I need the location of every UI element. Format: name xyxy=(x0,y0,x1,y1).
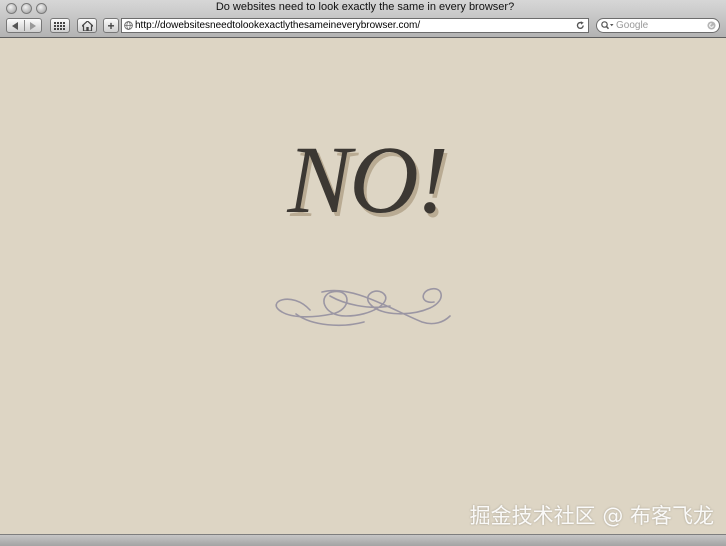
flourish-ornament xyxy=(275,287,451,327)
minimize-window-button[interactable] xyxy=(21,3,32,14)
grid-icon xyxy=(54,21,65,30)
forward-arrow-icon xyxy=(30,21,36,30)
search-field[interactable]: Google xyxy=(596,18,720,33)
search-placeholder: Google xyxy=(616,20,649,31)
headline: NO! xyxy=(287,126,448,233)
back-arrow-icon xyxy=(12,21,18,30)
browser-window: Do websites need to look exactly the sam… xyxy=(0,0,726,546)
zoom-window-button[interactable] xyxy=(36,3,47,14)
snapback-icon[interactable] xyxy=(707,21,716,30)
reload-icon[interactable] xyxy=(576,21,585,30)
search-icon xyxy=(601,21,614,30)
home-icon xyxy=(81,20,93,31)
url-text[interactable]: http://dowebsitesneedtolookexactlythesam… xyxy=(135,19,420,32)
page-content: NO! xyxy=(0,38,726,534)
bookmarks-button[interactable] xyxy=(50,18,70,33)
add-bookmark-button[interactable]: + xyxy=(103,18,119,33)
nav-segment xyxy=(6,18,42,33)
globe-icon xyxy=(124,21,133,30)
home-button[interactable] xyxy=(77,18,97,33)
watermark: 掘金技术社区 @ 布客飞龙 xyxy=(469,504,714,528)
browser-toolbar: Do websites need to look exactly the sam… xyxy=(0,0,726,38)
window-title: Do websites need to look exactly the sam… xyxy=(215,1,515,13)
forward-button[interactable] xyxy=(24,21,41,30)
close-window-button[interactable] xyxy=(6,3,17,14)
back-button[interactable] xyxy=(7,21,24,30)
status-bar xyxy=(0,534,726,546)
segment-divider xyxy=(24,20,25,31)
address-bar[interactable]: http://dowebsitesneedtolookexactlythesam… xyxy=(121,18,589,33)
